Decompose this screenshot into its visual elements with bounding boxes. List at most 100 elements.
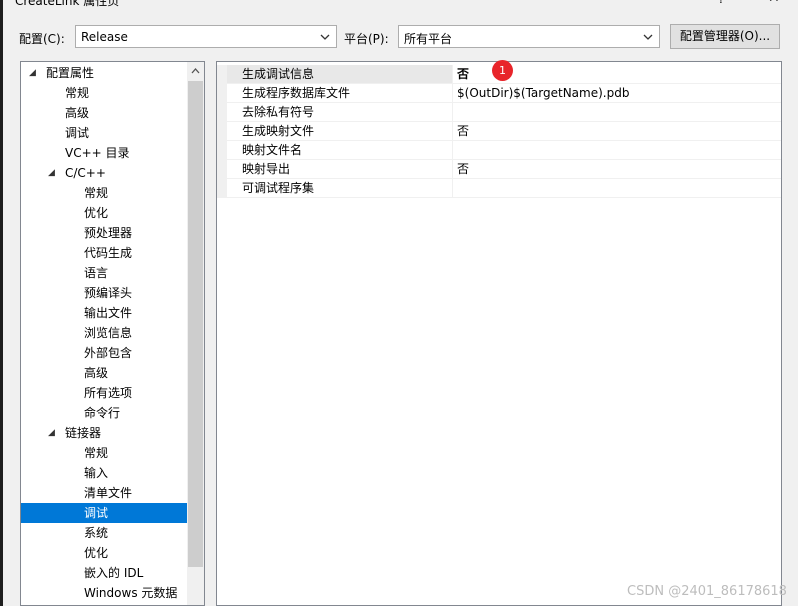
property-row[interactable]: 生成程序数据库文件 $(OutDir)$(TargetName).pdb bbox=[217, 84, 781, 103]
tree-item-label: 预处理器 bbox=[84, 226, 133, 240]
row-gutter bbox=[217, 84, 227, 102]
property-value[interactable]: 否 bbox=[453, 122, 469, 140]
row-gutter bbox=[217, 179, 227, 197]
tree-item[interactable]: 语言 bbox=[21, 263, 187, 283]
tree-item[interactable]: 高级 bbox=[21, 363, 187, 383]
tree-item-label: 外部包含 bbox=[84, 346, 133, 360]
property-name: 生成调试信息 bbox=[227, 65, 453, 83]
row-gutter bbox=[217, 122, 227, 140]
tree-item[interactable]: 常规 bbox=[21, 183, 187, 203]
tree-item[interactable]: ◢ 链接器 bbox=[21, 423, 187, 443]
tree-item[interactable]: 外部包含 bbox=[21, 343, 187, 363]
scroll-up-icon[interactable] bbox=[191, 67, 200, 75]
tree-item[interactable]: 嵌入的 IDL bbox=[21, 563, 187, 583]
tree-item[interactable]: ◢ 配置属性 bbox=[21, 63, 187, 83]
tree-item-label: 常规 bbox=[65, 86, 90, 100]
property-value[interactable] bbox=[453, 103, 457, 121]
tree-item-label: C/C++ bbox=[65, 166, 106, 180]
property-name: 映射导出 bbox=[227, 160, 453, 178]
tree-item[interactable]: 常规 bbox=[21, 83, 187, 103]
tree-item-label: Windows 元数据 bbox=[84, 586, 178, 600]
platform-combo-value: 所有平台 bbox=[404, 32, 453, 46]
config-combo[interactable]: Release bbox=[75, 25, 337, 48]
property-row[interactable]: 生成映射文件否 bbox=[217, 122, 781, 141]
property-value[interactable] bbox=[453, 141, 457, 159]
close-button[interactable]: ✕ bbox=[768, 0, 780, 6]
property-row[interactable]: 映射导出否 bbox=[217, 160, 781, 179]
tree-item[interactable]: 命令行 bbox=[21, 403, 187, 423]
tree-item-label: VC++ 目录 bbox=[65, 146, 130, 160]
property-row[interactable]: 映射文件名 bbox=[217, 141, 781, 160]
config-manager-button[interactable]: 配置管理器(O)... bbox=[670, 24, 780, 49]
tree-item-label: 输出文件 bbox=[84, 306, 133, 320]
tree-item-label: 预编译头 bbox=[84, 286, 133, 300]
scrollbar-thumb[interactable] bbox=[188, 81, 203, 567]
tree-item-label: 浏览信息 bbox=[84, 326, 133, 340]
tree-item[interactable]: 代码生成 bbox=[21, 243, 187, 263]
tree-item-label: 链接器 bbox=[65, 426, 102, 440]
platform-combo[interactable]: 所有平台 bbox=[398, 25, 660, 48]
platform-label: 平台(P): bbox=[344, 32, 389, 46]
tree-item[interactable]: 预编译头 bbox=[21, 283, 187, 303]
window-title: CreateLink 属性页 bbox=[15, 0, 120, 8]
tree-item[interactable]: 预处理器 bbox=[21, 223, 187, 243]
tree-item[interactable]: ◢ C/C++ bbox=[21, 163, 187, 183]
property-value[interactable]: 否 bbox=[453, 65, 469, 83]
tree-item[interactable]: 调试 bbox=[21, 123, 187, 143]
annotation-badge: 1 bbox=[492, 60, 513, 81]
property-name: 可调试程序集 bbox=[227, 179, 453, 197]
tree-item[interactable]: Windows 元数据 bbox=[21, 583, 187, 603]
chevron-down-icon bbox=[320, 34, 330, 40]
tree-item[interactable]: 清单文件 bbox=[21, 483, 187, 503]
tree-item-label: 常规 bbox=[84, 186, 109, 200]
tree-scrollbar[interactable] bbox=[187, 62, 204, 605]
row-gutter bbox=[217, 65, 227, 83]
tree-item-label: 嵌入的 IDL bbox=[84, 566, 144, 580]
expand-arrow-icon[interactable]: ◢ bbox=[29, 63, 36, 83]
tree-item[interactable]: 系统 bbox=[21, 523, 187, 543]
tree-item-label: 常规 bbox=[84, 446, 109, 460]
tree-item-label: 命令行 bbox=[84, 406, 121, 420]
tree-item[interactable]: 输入 bbox=[21, 463, 187, 483]
property-name: 去除私有符号 bbox=[227, 103, 453, 121]
property-grid: 生成调试信息否生成程序数据库文件 $(OutDir)$(TargetName).p… bbox=[216, 61, 782, 606]
tree-item-label: 语言 bbox=[84, 266, 109, 280]
tree-item-label: 高级 bbox=[65, 106, 90, 120]
watermark: CSDN @2401_86178618 bbox=[627, 584, 787, 599]
property-row[interactable]: 去除私有符号 bbox=[217, 103, 781, 122]
tree-item-label: 配置属性 bbox=[46, 66, 95, 80]
property-name: 生成映射文件 bbox=[227, 122, 453, 140]
property-value[interactable]: 否 bbox=[453, 160, 469, 178]
tree-item[interactable]: 优化 bbox=[21, 203, 187, 223]
tree-item[interactable]: 浏览信息 bbox=[21, 323, 187, 343]
config-label: 配置(C): bbox=[19, 32, 65, 46]
tree-item-label: 调试 bbox=[65, 126, 90, 140]
config-combo-value: Release bbox=[81, 30, 128, 44]
expand-arrow-icon[interactable]: ◢ bbox=[48, 423, 55, 443]
tree-item[interactable]: 输出文件 bbox=[21, 303, 187, 323]
tree-item[interactable]: 高级 bbox=[21, 103, 187, 123]
property-pages-dialog: CreateLink 属性页 ? ✕ 配置(C): Release 平台(P):… bbox=[3, 0, 798, 606]
row-gutter bbox=[217, 160, 227, 178]
expand-arrow-icon[interactable]: ◢ bbox=[48, 163, 55, 183]
property-value[interactable]: $(OutDir)$(TargetName).pdb bbox=[453, 84, 629, 102]
tree-item[interactable]: 常规 bbox=[21, 443, 187, 463]
tree-item[interactable]: 优化 bbox=[21, 543, 187, 563]
tree-item-label: 所有选项 bbox=[84, 386, 133, 400]
tree-item-label: 优化 bbox=[84, 206, 109, 220]
title-bar: CreateLink 属性页 ? ✕ bbox=[3, 0, 798, 8]
property-row[interactable]: 可调试程序集 bbox=[217, 179, 781, 198]
property-name: 映射文件名 bbox=[227, 141, 453, 159]
tree-item-label: 系统 bbox=[84, 526, 109, 540]
property-value[interactable] bbox=[453, 179, 457, 197]
tree-item[interactable]: VC++ 目录 bbox=[21, 143, 187, 163]
tree-item-label: 调试 bbox=[84, 506, 109, 520]
chevron-down-icon bbox=[643, 34, 653, 40]
help-button[interactable]: ? bbox=[718, 0, 724, 6]
row-gutter bbox=[217, 141, 227, 159]
tree-item[interactable]: 调试 bbox=[21, 503, 187, 523]
property-name: 生成程序数据库文件 bbox=[227, 84, 453, 102]
tree-item-label: 高级 bbox=[84, 366, 109, 380]
tree-item[interactable]: 所有选项 bbox=[21, 383, 187, 403]
tree-item-label: 输入 bbox=[84, 466, 109, 480]
